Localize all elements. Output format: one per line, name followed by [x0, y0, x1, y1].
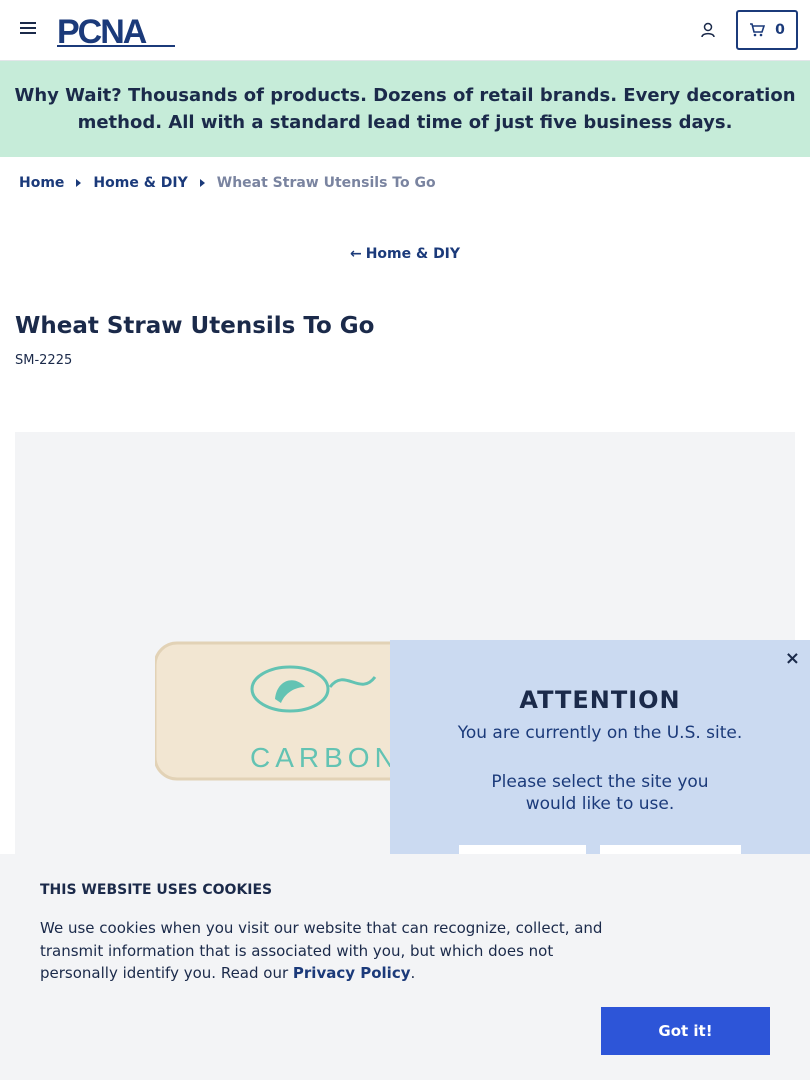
arrow-left-icon: ←	[349, 246, 362, 262]
breadcrumb-home[interactable]: Home	[19, 175, 64, 191]
product-sku: SM-2225	[15, 353, 73, 368]
cookie-heading: THIS WEBSITE USES COOKIES	[40, 882, 273, 898]
back-link-label: Home & DIY	[365, 246, 461, 262]
hamburger-menu-icon[interactable]	[20, 22, 36, 38]
svg-text:PCNA: PCNA	[57, 13, 147, 48]
account-icon[interactable]	[699, 21, 717, 39]
cart-count: 0	[775, 22, 785, 38]
pcna-logo[interactable]: PCNA	[57, 12, 177, 48]
site-header: PCNA 0	[0, 0, 810, 61]
promo-banner: Why Wait? Thousands of products. Dozens …	[0, 61, 810, 157]
modal-instruction-line2: would like to use.	[525, 794, 675, 814]
modal-title: ATTENTION	[519, 686, 681, 714]
breadcrumb-caret-icon	[199, 179, 205, 187]
site-select-modal: × ATTENTION You are currently on the U.S…	[390, 640, 810, 885]
breadcrumb-current: Wheat Straw Utensils To Go	[216, 175, 436, 191]
cart-button[interactable]: 0	[736, 10, 798, 50]
breadcrumb-caret-icon	[76, 179, 82, 187]
product-title: Wheat Straw Utensils To Go	[15, 313, 375, 339]
breadcrumb-category[interactable]: Home & DIY	[93, 175, 187, 191]
got-it-button[interactable]: Got it!	[601, 1007, 770, 1055]
promo-text: Why Wait? Thousands of products. Dozens …	[14, 85, 796, 133]
cookie-banner: THIS WEBSITE USES COOKIES We use cookies…	[0, 854, 810, 1080]
back-to-category-link[interactable]: ← Home & DIY	[0, 246, 810, 262]
breadcrumb: Home Home & DIY Wheat Straw Utensils To …	[19, 175, 436, 191]
privacy-policy-link[interactable]: Privacy Policy	[293, 964, 411, 982]
cookie-body: We use cookies when you visit our websit…	[40, 919, 603, 982]
cart-icon	[750, 23, 766, 37]
close-icon[interactable]: ×	[785, 648, 800, 669]
modal-instruction-line1: Please select the site you	[491, 772, 709, 792]
modal-message: You are currently on the U.S. site.	[457, 723, 743, 743]
svg-text:CARBON: CARBON	[250, 742, 400, 773]
